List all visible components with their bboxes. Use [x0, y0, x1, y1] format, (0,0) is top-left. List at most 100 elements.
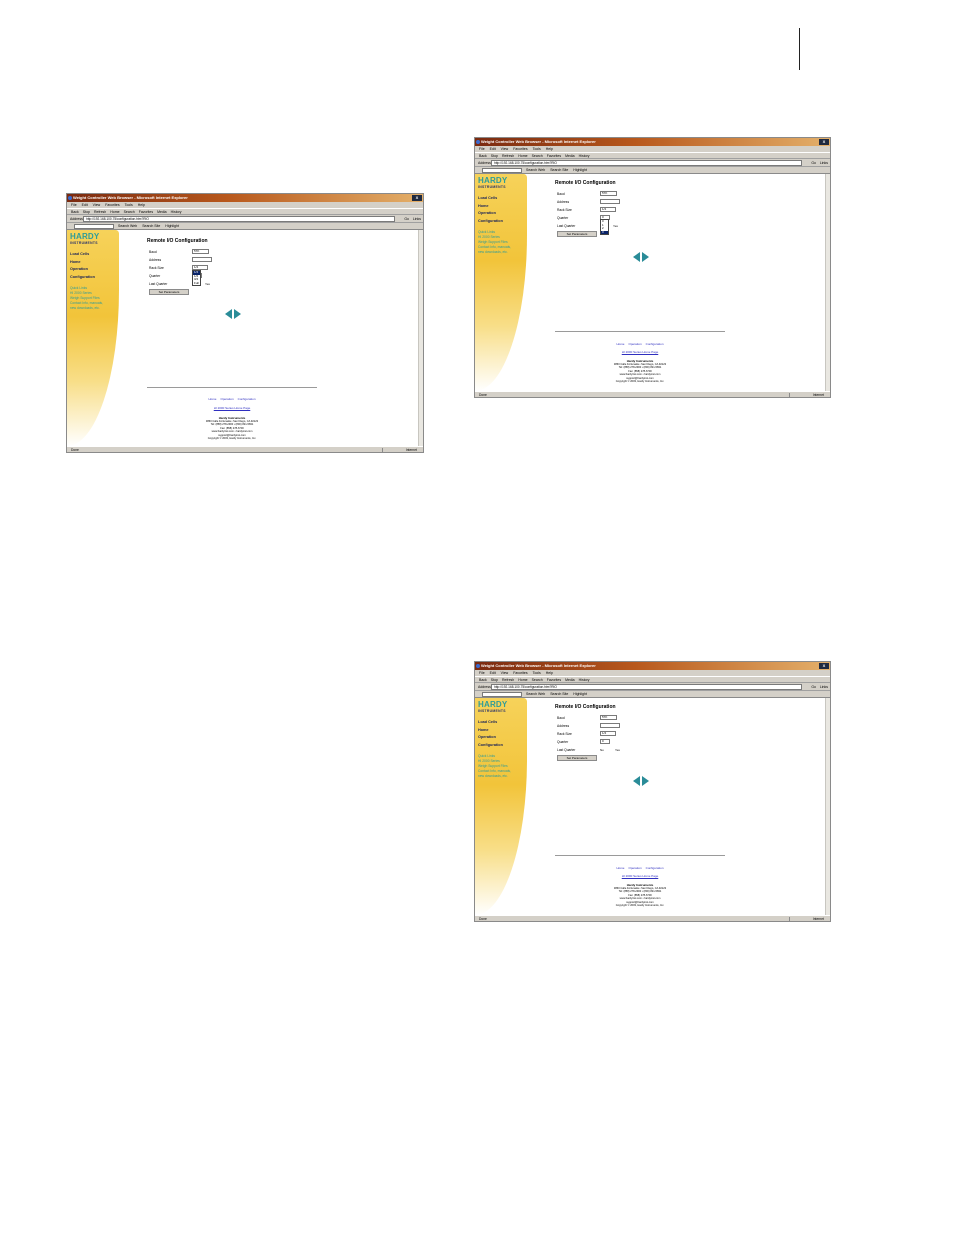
- arrow-left-icon[interactable]: [225, 309, 232, 319]
- go-button[interactable]: Go: [811, 683, 816, 691]
- quick-link-downloads[interactable]: new downloads, etc.: [478, 250, 524, 255]
- menu-view[interactable]: View: [501, 671, 509, 675]
- history-button[interactable]: History: [579, 154, 590, 158]
- last-quarter-yes[interactable]: Yes: [615, 748, 620, 752]
- links-highlight[interactable]: Highlight: [573, 168, 587, 172]
- rack-size-dropdown-list[interactable]: 1/4 1/2 3/4 Full: [192, 270, 201, 287]
- home-button[interactable]: Home: [518, 678, 527, 682]
- vertical-scrollbar[interactable]: [418, 230, 423, 446]
- address-input[interactable]: http://192.168.100.75/configuration.htm?…: [83, 216, 395, 222]
- quick-link-downloads[interactable]: new downloads, etc.: [478, 774, 524, 779]
- quick-link-downloads[interactable]: new downloads, etc.: [70, 306, 116, 311]
- home-button[interactable]: Home: [110, 210, 119, 214]
- menu-favorites[interactable]: Favorites: [513, 147, 527, 151]
- back-button[interactable]: Back: [71, 210, 79, 214]
- menu-tools[interactable]: Tools: [533, 147, 541, 151]
- set-parameters-button[interactable]: Set Parameters: [149, 289, 189, 295]
- footer-link-home[interactable]: Home: [616, 342, 624, 346]
- history-button[interactable]: History: [171, 210, 182, 214]
- links-label[interactable]: Links: [820, 683, 828, 691]
- menu-tools[interactable]: Tools: [125, 203, 133, 207]
- history-button[interactable]: History: [579, 678, 590, 682]
- links-search-site[interactable]: Search Site: [142, 224, 160, 228]
- nav-home[interactable]: Home: [478, 203, 503, 211]
- set-parameters-button[interactable]: Set Parameters: [557, 755, 597, 761]
- links-search-site[interactable]: Search Site: [550, 692, 568, 696]
- last-quarter-yes[interactable]: Yes: [205, 282, 210, 286]
- menu-edit[interactable]: Edit: [490, 147, 496, 151]
- search-button[interactable]: Search: [532, 678, 543, 682]
- last-quarter-yes[interactable]: Yes: [613, 224, 618, 228]
- nav-load-cells[interactable]: Load Cells: [70, 251, 95, 259]
- menu-favorites[interactable]: Favorites: [105, 203, 119, 207]
- menu-view[interactable]: View: [93, 203, 101, 207]
- footer-link-configuration[interactable]: Configuration: [238, 397, 256, 401]
- footer-link-home[interactable]: Home: [616, 866, 624, 870]
- stop-button[interactable]: Stop: [83, 210, 90, 214]
- footer-link-operation[interactable]: Operation: [628, 342, 641, 346]
- menu-favorites[interactable]: Favorites: [513, 671, 527, 675]
- menu-help[interactable]: Help: [546, 147, 553, 151]
- footer-link-operation[interactable]: Operation: [628, 866, 641, 870]
- nav-operation[interactable]: Operation: [478, 734, 503, 742]
- menu-view[interactable]: View: [501, 147, 509, 151]
- menu-tools[interactable]: Tools: [533, 671, 541, 675]
- media-button[interactable]: Media: [157, 210, 167, 214]
- home-button[interactable]: Home: [518, 154, 527, 158]
- favorites-button[interactable]: Favorites: [547, 154, 561, 158]
- nav-configuration[interactable]: Configuration: [478, 742, 503, 750]
- menu-edit[interactable]: Edit: [490, 671, 496, 675]
- baud-select[interactable]: 57K: [192, 249, 209, 254]
- menu-edit[interactable]: Edit: [82, 203, 88, 207]
- vertical-scrollbar[interactable]: [825, 174, 830, 391]
- stop-button[interactable]: Stop: [491, 678, 498, 682]
- links-highlight[interactable]: Highlight: [573, 692, 587, 696]
- vertical-scrollbar[interactable]: [825, 698, 830, 915]
- close-button[interactable]: X: [819, 663, 829, 669]
- favorites-button[interactable]: Favorites: [139, 210, 153, 214]
- arrow-right-icon[interactable]: [642, 252, 649, 262]
- address-field[interactable]: [600, 723, 620, 728]
- rack-size-select[interactable]: 1/4: [600, 207, 616, 212]
- quarter-select[interactable]: 0: [600, 739, 610, 744]
- footer-link-home[interactable]: Home: [208, 397, 216, 401]
- go-button[interactable]: Go: [811, 159, 816, 167]
- quarter-option[interactable]: 3: [601, 230, 608, 235]
- refresh-button[interactable]: Refresh: [502, 678, 514, 682]
- menu-file[interactable]: File: [479, 671, 485, 675]
- arrow-left-icon[interactable]: [633, 252, 640, 262]
- rack-size-select[interactable]: 1/4: [600, 731, 616, 736]
- address-input[interactable]: http://192.168.100.75/configuration.htm?…: [491, 684, 802, 690]
- address-field[interactable]: [600, 199, 620, 204]
- footer-series-link[interactable]: HI 2000 Series Home Page: [555, 874, 725, 878]
- back-button[interactable]: Back: [479, 154, 487, 158]
- refresh-button[interactable]: Refresh: [502, 154, 514, 158]
- nav-home[interactable]: Home: [70, 259, 95, 267]
- baud-select[interactable]: 57K: [600, 191, 617, 196]
- menu-help[interactable]: Help: [138, 203, 145, 207]
- close-button[interactable]: X: [819, 139, 829, 145]
- links-search-field[interactable]: [482, 691, 522, 697]
- nav-load-cells[interactable]: Load Cells: [478, 719, 503, 727]
- nav-operation[interactable]: Operation: [478, 210, 503, 218]
- refresh-button[interactable]: Refresh: [94, 210, 106, 214]
- favorites-button[interactable]: Favorites: [547, 678, 561, 682]
- links-label[interactable]: Links: [413, 215, 421, 223]
- back-button[interactable]: Back: [479, 678, 487, 682]
- media-button[interactable]: Media: [565, 678, 575, 682]
- nav-home[interactable]: Home: [478, 727, 503, 735]
- links-search-field[interactable]: [482, 167, 522, 173]
- close-button[interactable]: X: [412, 195, 422, 201]
- links-search-site[interactable]: Search Site: [550, 168, 568, 172]
- nav-operation[interactable]: Operation: [70, 266, 95, 274]
- footer-series-link[interactable]: HI 2000 Series Home Page: [147, 406, 317, 410]
- search-button[interactable]: Search: [532, 154, 543, 158]
- links-label[interactable]: Links: [820, 159, 828, 167]
- rack-size-option[interactable]: Full: [193, 281, 200, 286]
- footer-link-operation[interactable]: Operation: [220, 397, 233, 401]
- footer-link-configuration[interactable]: Configuration: [646, 342, 664, 346]
- stop-button[interactable]: Stop: [491, 154, 498, 158]
- links-highlight[interactable]: Highlight: [165, 224, 179, 228]
- arrow-right-icon[interactable]: [642, 776, 649, 786]
- media-button[interactable]: Media: [565, 154, 575, 158]
